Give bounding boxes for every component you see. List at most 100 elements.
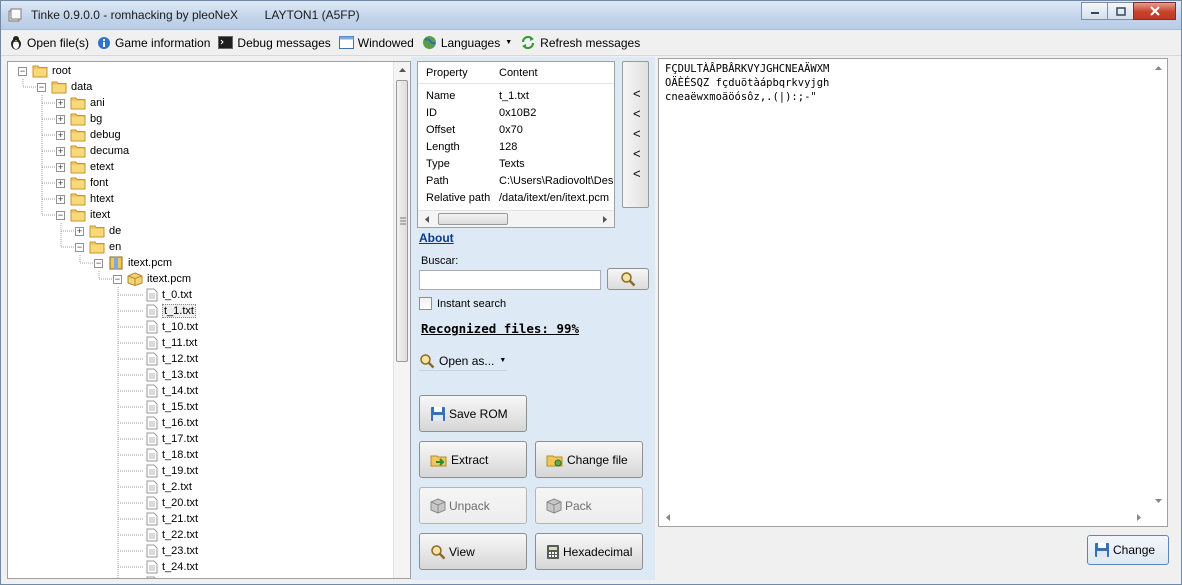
text-file-icon [146, 576, 156, 578]
open-files-button[interactable]: Open file(s) [9, 32, 89, 54]
tree-folder-item[interactable]: + ani [56, 95, 105, 111]
text-viewer[interactable]: FÇDULTÀÂPBÂRKVYJGHCNEAÄWXM OÄÈÉSQZ fçduöt… [658, 58, 1168, 527]
open-as-dropdown[interactable]: Open as... ▼ [419, 351, 507, 371]
close-button[interactable] [1133, 2, 1176, 20]
arrow-left-icon: < [633, 146, 641, 161]
property-row[interactable]: Offset 0x70 [418, 122, 614, 139]
collapse-icon[interactable]: − [56, 210, 65, 220]
tree-file-item[interactable]: t_25.txt [132, 575, 198, 578]
tree-folder-item[interactable]: − en [75, 239, 121, 255]
text-content[interactable]: FÇDULTÀÂPBÂRKVYJGHCNEAÄWXM OÄÈÉSQZ fçduöt… [665, 62, 829, 104]
tree-folder-item[interactable]: − itext.pcm [113, 271, 191, 287]
expand-icon[interactable]: + [56, 194, 65, 204]
expand-icon[interactable]: + [56, 98, 65, 108]
collapse-icon[interactable]: − [75, 242, 84, 252]
tree-file-item[interactable]: t_21.txt [132, 511, 198, 527]
tree-file-item[interactable]: t_10.txt [132, 319, 198, 335]
expand-icon[interactable]: + [56, 130, 65, 140]
text-file-icon [146, 560, 158, 574]
tree-folder-item[interactable]: − itext [56, 207, 110, 223]
property-row[interactable]: Path C:\Users\Radiovolt\Des [418, 173, 614, 190]
tree-file-item[interactable]: t_14.txt [132, 383, 198, 399]
tree-folder-item[interactable]: + decuma [56, 143, 129, 159]
instant-search-checkbox[interactable] [419, 297, 432, 310]
expand-icon[interactable]: + [56, 114, 65, 124]
game-information-button[interactable]: Game information [97, 32, 210, 54]
collapse-icon[interactable]: − [94, 258, 103, 268]
tree-file-item[interactable]: t_2.txt [132, 479, 192, 495]
expand-icon[interactable]: + [56, 146, 65, 156]
languages-button[interactable]: Languages ▼ [422, 32, 512, 54]
tree-file-item[interactable]: t_1.txt [132, 303, 196, 319]
content-column-header[interactable]: Content [499, 67, 538, 79]
expand-icon[interactable]: + [56, 162, 65, 172]
tree-folder-item[interactable]: − data [37, 79, 92, 95]
pack-button[interactable]: Pack [535, 487, 643, 524]
maximize-button[interactable] [1107, 2, 1133, 20]
package-icon [546, 497, 562, 514]
tree-item-label: t_17.txt [162, 433, 199, 445]
folder-icon [32, 65, 48, 78]
tree-folder-item[interactable]: + bg [56, 111, 102, 127]
properties-hscroll-thumb[interactable] [438, 213, 508, 225]
tree-file-item[interactable]: t_24.txt [132, 559, 198, 575]
scroll-left-icon [666, 514, 670, 521]
view-button[interactable]: View [419, 533, 527, 570]
extract-button[interactable]: Extract [419, 441, 527, 478]
tree-file-item[interactable]: t_16.txt [132, 415, 198, 431]
property-row[interactable]: Name t_1.txt [418, 88, 614, 105]
tree-file-item[interactable]: t_13.txt [132, 367, 198, 383]
file-tree[interactable]: − root − data + ani + bg + debug + decuma + etext + fon… [7, 61, 411, 579]
change-label: Change [1113, 543, 1156, 557]
property-row[interactable]: Length 128 [418, 139, 614, 156]
change-button[interactable]: Change [1087, 535, 1169, 565]
refresh-messages-button[interactable]: Refresh messages [520, 32, 640, 54]
tree-item-label: t_13.txt [162, 369, 199, 381]
tree-file-item[interactable]: t_11.txt [132, 335, 197, 351]
tree-folder-item[interactable]: + debug [56, 127, 121, 143]
property-row[interactable]: Type Texts [418, 156, 614, 173]
tree-file-item[interactable]: t_17.txt [132, 431, 198, 447]
debug-messages-button[interactable]: Debug messages [218, 32, 331, 54]
tree-folder-item[interactable]: + htext [56, 191, 114, 207]
expand-icon[interactable]: + [75, 226, 84, 236]
title-bar[interactable]: Tinke 0.9.0.0 - romhacking by pleoNeX LA… [1, 1, 1181, 30]
save-rom-button[interactable]: Save ROM [419, 395, 527, 432]
tree-scroll-thumb[interactable] [396, 80, 408, 362]
property-row[interactable]: ID 0x10B2 [418, 105, 614, 122]
collapse-icon[interactable]: − [113, 274, 122, 284]
search-input[interactable] [419, 270, 601, 290]
windowed-button[interactable]: Windowed [338, 32, 414, 54]
tree-file-item[interactable]: t_12.txt [132, 351, 198, 367]
properties-list[interactable]: Property Content Name t_1.txt ID 0x10B2 … [417, 61, 615, 228]
collapse-panel-button[interactable]: < < < < < [622, 61, 649, 208]
tree-file-item[interactable]: t_23.txt [132, 543, 198, 559]
tree-scrollbar[interactable] [393, 62, 410, 578]
unpack-button[interactable]: Unpack [419, 487, 527, 524]
change-file-button[interactable]: Change file [535, 441, 643, 478]
tree-file-item[interactable]: t_0.txt [132, 287, 192, 303]
tree-file-item[interactable]: t_18.txt [132, 447, 198, 463]
expand-icon[interactable]: + [56, 178, 65, 188]
property-column-header[interactable]: Property [426, 67, 468, 79]
tree-file-item[interactable]: t_22.txt [132, 527, 198, 543]
properties-hscrollbar[interactable] [418, 210, 614, 227]
tree-item-label: t_12.txt [162, 353, 199, 365]
about-link[interactable]: About [419, 231, 454, 245]
tree-file-item[interactable]: t_20.txt [132, 495, 198, 511]
tree-folder-item[interactable]: − root [18, 63, 71, 79]
tree-folder-item[interactable]: + font [56, 175, 108, 191]
tree-file-item[interactable]: t_15.txt [132, 399, 198, 415]
tree-folder-item[interactable]: − itext.pcm [94, 255, 172, 271]
tree-folder-item[interactable]: + de [75, 223, 121, 239]
hexadecimal-button[interactable]: Hexadecimal [535, 533, 643, 570]
collapse-icon[interactable]: − [18, 66, 27, 76]
collapse-icon[interactable]: − [37, 82, 46, 92]
tree-file-item[interactable]: t_19.txt [132, 463, 198, 479]
search-button[interactable] [607, 268, 649, 290]
minimize-button[interactable] [1081, 2, 1107, 20]
text-hscrollbar[interactable] [659, 509, 1167, 526]
tree-folder-item[interactable]: + etext [56, 159, 114, 175]
text-vscrollbar[interactable] [1150, 59, 1167, 509]
property-row[interactable]: Relative path /data/itext/en/itext.pcm [418, 190, 614, 207]
